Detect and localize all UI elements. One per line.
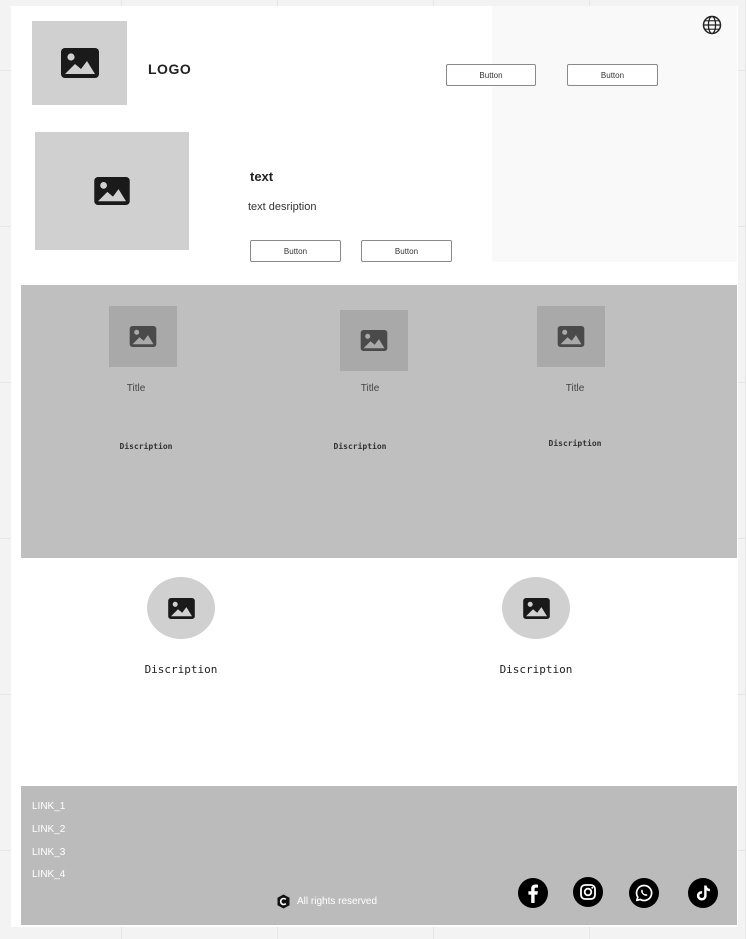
logo-text: LOGO	[148, 61, 192, 77]
card-3-image[interactable]	[537, 306, 605, 367]
instagram-icon[interactable]	[573, 877, 603, 907]
hero-image-placeholder[interactable]	[35, 132, 189, 250]
card-2-description: Discription	[333, 442, 387, 451]
card-2-title: Title	[360, 383, 380, 394]
image-icon	[129, 326, 157, 347]
card-1-description: Discription	[119, 442, 173, 451]
hero-button-2[interactable]: Button	[361, 240, 452, 262]
image-icon	[522, 597, 550, 619]
feature-1-description: Discription	[144, 663, 218, 676]
image-icon	[360, 330, 388, 351]
footer-link-2[interactable]: LINK_2	[32, 824, 65, 835]
feature-2-description: Discription	[499, 663, 573, 676]
copyright-text: All rights reserved	[297, 896, 378, 907]
facebook-icon[interactable]	[518, 878, 548, 908]
footer-link-3[interactable]: LINK_3	[32, 847, 65, 858]
header-button-1[interactable]: Button	[446, 64, 536, 86]
feature-2-image[interactable]	[502, 577, 570, 639]
feature-1-image[interactable]	[147, 577, 215, 639]
image-icon	[94, 177, 130, 205]
copyright-icon	[277, 894, 290, 909]
copyright: All rights reserved	[276, 894, 377, 909]
image-icon	[167, 597, 195, 619]
header-button-2[interactable]: Button	[567, 64, 658, 86]
globe-icon[interactable]	[702, 15, 722, 35]
whatsapp-glyph	[635, 884, 653, 902]
hero-description: text desription	[248, 201, 317, 213]
footer-link-4[interactable]: LINK_4	[32, 869, 65, 880]
whatsapp-icon[interactable]	[629, 878, 659, 908]
card-3-title: Title	[565, 383, 585, 394]
header-right-panel	[492, 6, 737, 262]
tiktok-glyph	[696, 885, 710, 901]
hero-button-1[interactable]: Button	[250, 240, 341, 262]
footer-link-1[interactable]: LINK_1	[32, 801, 65, 812]
image-icon	[557, 326, 585, 347]
facebook-glyph	[528, 884, 538, 903]
tiktok-icon[interactable]	[688, 878, 718, 908]
hero-title: text	[250, 169, 274, 184]
card-1-image[interactable]	[109, 306, 177, 367]
card-2-image[interactable]	[340, 310, 408, 371]
image-icon	[60, 48, 99, 78]
card-1-title: Title	[126, 383, 146, 394]
card-3-description: Discription	[548, 439, 602, 448]
logo-image-placeholder[interactable]	[32, 21, 127, 105]
instagram-glyph	[580, 884, 596, 900]
